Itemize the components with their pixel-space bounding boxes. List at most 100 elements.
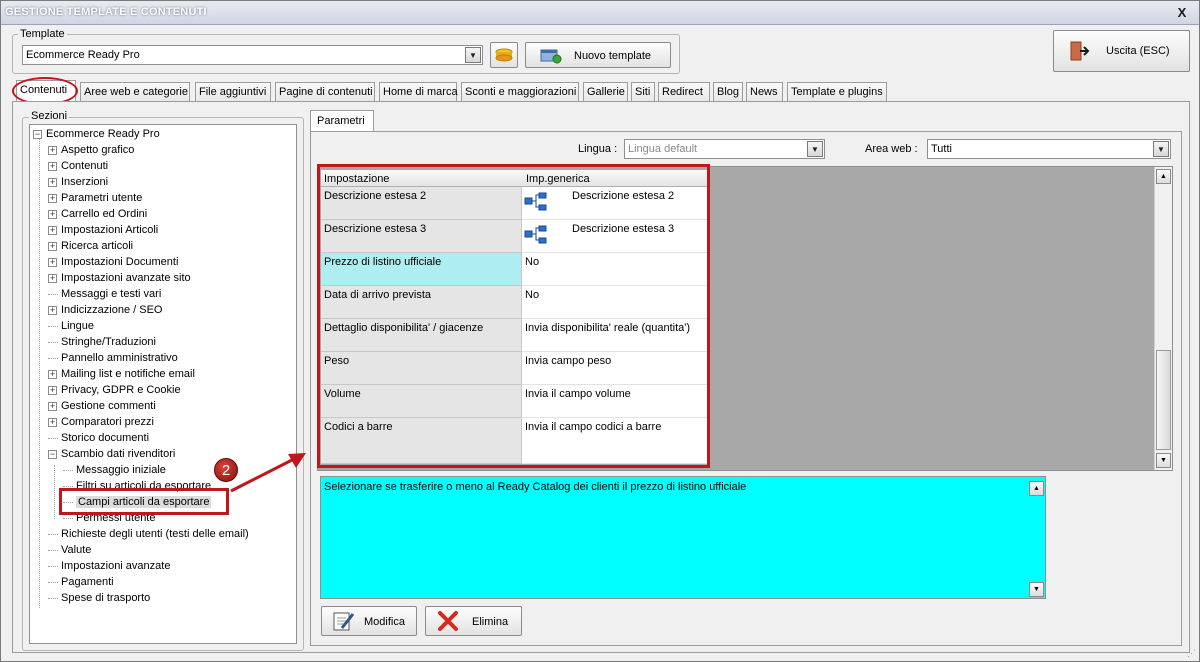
tree-item[interactable]: + Indicizzazione / SEO [48, 302, 163, 318]
tree-item-label: Impostazioni Documenti [61, 256, 179, 268]
tab-template-plugins[interactable]: Template e plugins [787, 82, 887, 102]
tree-item[interactable]: Pannello amministrativo [48, 350, 178, 366]
description-text: Selezionare se trasferire o meno al Read… [324, 481, 747, 493]
lingua-label: Lingua : [578, 143, 618, 155]
browse-template-button[interactable] [490, 42, 518, 68]
tree-item-label: Scambio dati rivenditori [61, 448, 176, 460]
scroll-thumb[interactable] [1156, 350, 1171, 450]
tree-item[interactable]: + Impostazioni Documenti [48, 254, 178, 270]
tree-item[interactable]: + Ricerca articoli [48, 238, 133, 254]
tree-item[interactable]: + Impostazioni avanzate sito [48, 270, 191, 286]
tree-item-label: Pagamenti [61, 576, 114, 588]
expand-icon[interactable]: + [48, 305, 57, 315]
add-window-icon [540, 49, 562, 64]
tab-file-aggiuntivi[interactable]: File aggiuntivi [195, 82, 271, 102]
scroll-down-icon[interactable]: ▼ [1156, 453, 1171, 468]
tree-item[interactable]: Valute [48, 542, 91, 558]
arrow-annotation [230, 453, 306, 493]
tab-parametri[interactable]: Parametri [310, 110, 374, 132]
modify-button[interactable]: Modifica [321, 606, 417, 636]
window-title: GESTIONE TEMPLATE E CONTENUTI [5, 6, 207, 18]
tree-connector [48, 437, 58, 439]
tree-item[interactable]: + Carrello ed Ordini [48, 206, 147, 222]
scroll-up-icon[interactable]: ▲ [1029, 481, 1044, 496]
chevron-down-icon[interactable]: ▼ [807, 141, 823, 157]
tree-item-label: Spese di trasporto [61, 592, 151, 604]
tree-item[interactable]: Stringhe/Traduzioni [48, 334, 156, 350]
tree-item[interactable]: Impostazioni avanzate [48, 558, 170, 574]
tab-blog[interactable]: Blog [713, 82, 743, 102]
resize-grip-icon[interactable]: ⋰ [1187, 648, 1196, 659]
chevron-down-icon[interactable]: ▼ [465, 47, 481, 63]
tree-item[interactable]: Lingue [48, 318, 94, 334]
chevron-down-icon[interactable]: ▼ [1153, 141, 1169, 157]
tree-connector [63, 485, 73, 487]
tree-connector [48, 533, 58, 535]
tree-item-label: Carrello ed Ordini [61, 208, 148, 220]
expand-icon[interactable]: + [48, 209, 57, 219]
tab-aree-web[interactable]: Aree web e categorie [80, 82, 190, 102]
tree-item[interactable]: Messaggi e testi vari [48, 286, 161, 302]
tab-redirect[interactable]: Redirect [658, 82, 710, 102]
tree-item[interactable]: + Inserzioni [48, 174, 108, 190]
tree-child-item[interactable]: Messaggio iniziale [63, 462, 166, 478]
tree-item[interactable]: Storico documenti [48, 430, 149, 446]
tree-item-label: Mailing list e notifiche email [61, 368, 195, 380]
tab-home-marca[interactable]: Home di marca [379, 82, 458, 102]
tab-news[interactable]: News [746, 82, 783, 102]
tree-item[interactable]: Pagamenti [48, 574, 114, 590]
tree-item[interactable]: + Gestione commenti [48, 398, 156, 414]
scroll-down-icon[interactable]: ▼ [1029, 582, 1044, 597]
tree-root[interactable]: − Ecommerce Ready Pro [33, 126, 160, 142]
tree-item[interactable]: + Privacy, GDPR e Cookie [48, 382, 181, 398]
area-web-label: Area web : [865, 143, 918, 155]
delete-label: Elimina [472, 616, 509, 628]
expand-icon[interactable]: + [48, 369, 57, 379]
tree-item-label: Ricerca articoli [61, 240, 134, 252]
tree-item-label: Pannello amministrativo [61, 352, 178, 364]
tree-connector [48, 341, 58, 343]
tab-pagine-contenuti[interactable]: Pagine di contenuti [275, 82, 375, 102]
expand-icon[interactable]: + [48, 273, 57, 283]
expand-icon[interactable]: + [48, 145, 57, 155]
expand-icon[interactable]: + [48, 177, 57, 187]
tree-item[interactable]: + Impostazioni Articoli [48, 222, 158, 238]
tree-item[interactable]: + Comparatori prezzi [48, 414, 154, 430]
lingua-select[interactable]: Lingua default ▼ [624, 139, 825, 159]
collapse-icon[interactable]: − [33, 129, 42, 139]
tree-root-label: Ecommerce Ready Pro [46, 128, 160, 140]
tree-item[interactable]: + Aspetto grafico [48, 142, 134, 158]
template-select-value: Ecommerce Ready Pro [26, 49, 140, 61]
tree-item[interactable]: Richieste degli utenti (testi delle emai… [48, 526, 249, 542]
new-template-button[interactable]: Nuovo template [525, 42, 671, 68]
sections-tree[interactable]: − Ecommerce Ready Pro + Aspetto grafico + Co… [29, 124, 297, 644]
expand-icon[interactable]: + [48, 161, 57, 171]
expand-icon[interactable]: + [48, 257, 57, 267]
exit-button[interactable]: Uscita (ESC) [1053, 30, 1190, 72]
area-web-select[interactable]: Tutti ▼ [927, 139, 1171, 159]
delete-button[interactable]: Elimina [425, 606, 522, 636]
tab-siti[interactable]: Siti [631, 82, 655, 102]
expand-icon[interactable]: + [48, 417, 57, 427]
description-box[interactable]: Selezionare se trasferire o meno al Read… [320, 476, 1046, 599]
template-select[interactable]: Ecommerce Ready Pro ▼ [22, 45, 483, 65]
expand-icon[interactable]: + [48, 401, 57, 411]
tree-connector [63, 469, 73, 471]
scroll-up-icon[interactable]: ▲ [1156, 169, 1171, 184]
expand-icon[interactable]: + [48, 193, 57, 203]
collapse-icon[interactable]: − [48, 449, 57, 459]
tab-sconti[interactable]: Sconti e maggiorazioni [461, 82, 579, 102]
tree-item[interactable]: + Contenuti [48, 158, 108, 174]
close-icon[interactable]: X [1173, 4, 1191, 22]
expand-icon[interactable]: + [48, 385, 57, 395]
tree-item-label: Comparatori prezzi [61, 416, 154, 428]
grid-scrollbar[interactable]: ▲ ▼ [1154, 167, 1172, 470]
expand-icon[interactable]: + [48, 241, 57, 251]
tree-connector [48, 597, 58, 599]
tree-item[interactable]: − Scambio dati rivenditori [48, 446, 175, 462]
tab-gallerie[interactable]: Gallerie [583, 82, 628, 102]
expand-icon[interactable]: + [48, 225, 57, 235]
tree-item[interactable]: + Mailing list e notifiche email [48, 366, 195, 382]
tree-item[interactable]: + Parametri utente [48, 190, 142, 206]
tree-item[interactable]: Spese di trasporto [48, 590, 150, 606]
